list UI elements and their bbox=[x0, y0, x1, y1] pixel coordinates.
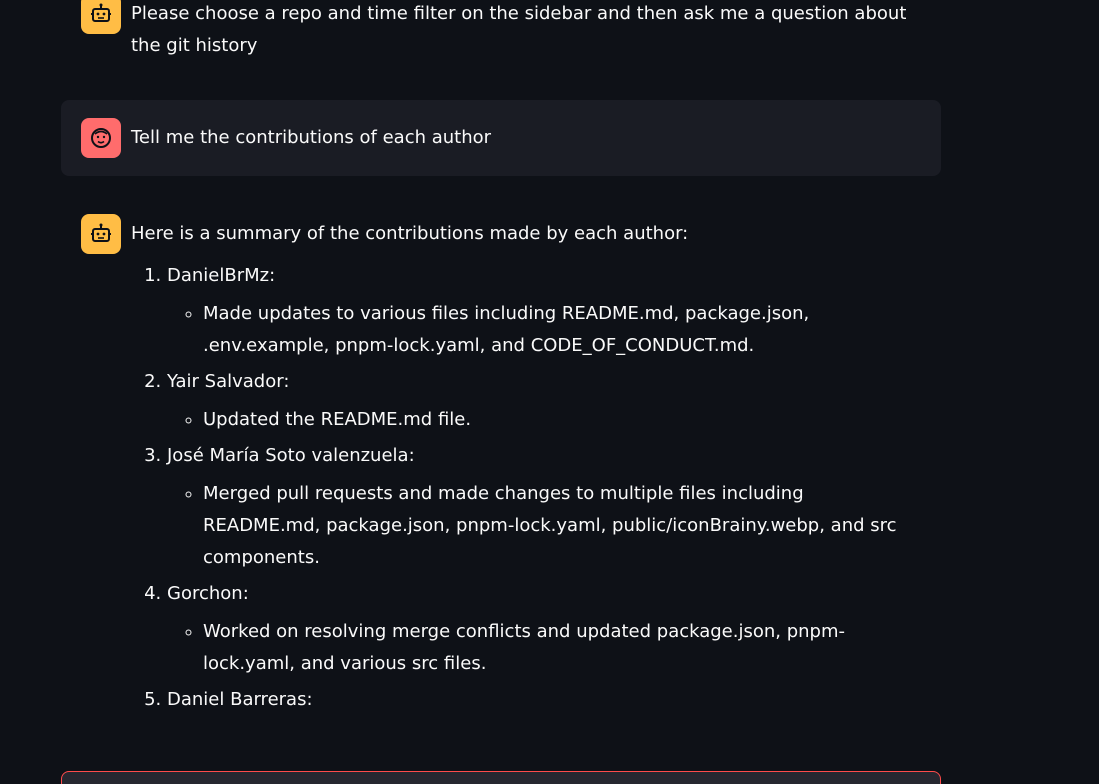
author-name: Yair Salvador: bbox=[167, 371, 290, 392]
list-item: Daniel Barreras: bbox=[167, 684, 921, 716]
author-details: Worked on resolving merge conflicts and … bbox=[203, 616, 921, 680]
list-item: Gorchon: Worked on resolving merge confl… bbox=[167, 578, 921, 680]
message-intro: Here is a summary of the contributions m… bbox=[131, 223, 689, 244]
message-text: Please choose a repo and time filter on … bbox=[131, 3, 907, 56]
author-list: DanielBrMz: Made updates to various file… bbox=[131, 260, 921, 716]
chat-input[interactable] bbox=[61, 771, 941, 784]
list-item: José María Soto valenzuela: Merged pull … bbox=[167, 440, 921, 574]
author-details: Merged pull requests and made changes to… bbox=[203, 478, 921, 574]
author-name: José María Soto valenzuela: bbox=[167, 445, 415, 466]
list-item: Yair Salvador: Updated the README.md fil… bbox=[167, 366, 921, 436]
message-content: Please choose a repo and time filter on … bbox=[131, 0, 921, 62]
detail-list: Made updates to various files including … bbox=[167, 298, 921, 362]
author-details: Updated the README.md file. bbox=[203, 404, 921, 436]
chat-message-list: Please choose a repo and time filter on … bbox=[61, 0, 941, 750]
user-message: Tell me the contributions of each author bbox=[61, 100, 941, 176]
robot-icon bbox=[81, 214, 121, 254]
author-name: Gorchon: bbox=[167, 583, 249, 604]
assistant-message: Here is a summary of the contributions m… bbox=[61, 198, 941, 732]
chat-page: Please choose a repo and time filter on … bbox=[0, 0, 1099, 784]
message-content: Here is a summary of the contributions m… bbox=[131, 214, 921, 716]
detail-list: Merged pull requests and made changes to… bbox=[167, 478, 921, 574]
author-name: DanielBrMz: bbox=[167, 265, 276, 286]
robot-icon bbox=[81, 0, 121, 34]
message-text: Tell me the contributions of each author bbox=[131, 127, 492, 148]
author-name: Daniel Barreras: bbox=[167, 689, 313, 710]
list-item: DanielBrMz: Made updates to various file… bbox=[167, 260, 921, 362]
author-details: Made updates to various files including … bbox=[203, 298, 921, 362]
detail-list: Updated the README.md file. bbox=[167, 404, 921, 436]
assistant-message: Please choose a repo and time filter on … bbox=[61, 0, 941, 78]
smiley-face-icon bbox=[81, 118, 121, 158]
detail-list: Worked on resolving merge conflicts and … bbox=[167, 616, 921, 680]
message-content: Tell me the contributions of each author bbox=[131, 118, 921, 154]
